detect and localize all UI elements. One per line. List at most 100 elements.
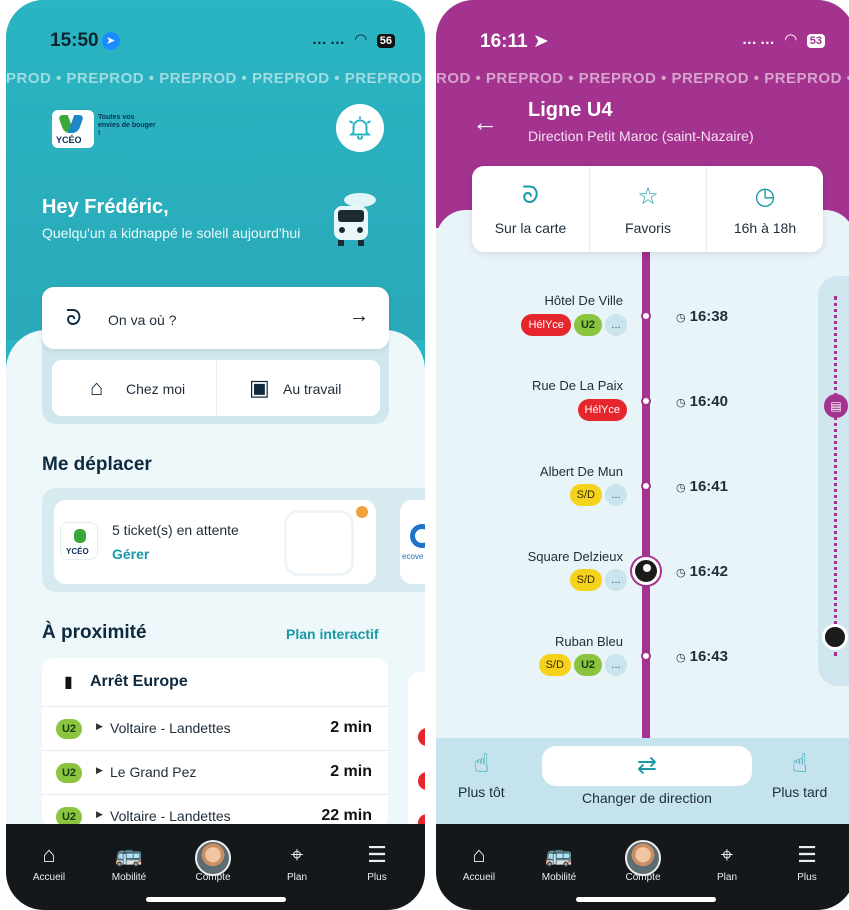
- stop-node: [641, 651, 651, 661]
- line-badge: HélYce: [577, 399, 627, 421]
- tab-home[interactable]: ⌂ Accueil: [14, 840, 84, 883]
- tab-label: Compte: [625, 872, 661, 883]
- action-label: Favoris: [625, 220, 671, 236]
- tab-mobility[interactable]: 🚌 Mobilité: [524, 840, 594, 883]
- departure-row[interactable]: U2 ▶ Voltaire - Landettes 22 min: [42, 794, 388, 828]
- tab-label: Plus: [797, 872, 817, 883]
- ticket-card[interactable]: YCÉO 5 ticket(s) en attente Gérer: [54, 500, 376, 584]
- greeting-title: Hey Frédéric,: [42, 196, 169, 218]
- departure-row[interactable]: U2 ▶ Voltaire - Landettes 2 min: [42, 706, 388, 750]
- tab-plan[interactable]: ⌖ Plan: [262, 840, 332, 883]
- tab-home[interactable]: ⌂ Accueil: [444, 840, 514, 883]
- line-badge: HélYce: [521, 314, 571, 336]
- line-badge-red: [418, 728, 425, 746]
- favorite-work[interactable]: ▣ Au travail: [216, 360, 380, 416]
- stop-flag-icon: ▮: [64, 674, 73, 691]
- avatar: [195, 840, 231, 876]
- action-label: Sur la carte: [494, 220, 567, 236]
- tab-label: Accueil: [32, 872, 66, 883]
- play-icon: ▶: [96, 765, 103, 775]
- stop-time: ◷ 16:41: [676, 478, 728, 495]
- play-icon: ▶: [96, 721, 103, 731]
- signal-icon: ……: [311, 31, 348, 48]
- departure-destination: Voltaire - Landettes: [110, 720, 231, 736]
- line-badge: S/D: [538, 654, 571, 676]
- status-bar: 16:11 ➤ …… ◠ 53: [436, 0, 849, 70]
- interactive-map-link[interactable]: Plan interactif: [286, 626, 379, 642]
- phone-home-screen: 15:50 ➤ …… ◠ 56 PROD • PREPROD • PREPROD …: [6, 0, 425, 910]
- clock-icon: ◷: [754, 183, 776, 210]
- arrow-right-icon: →: [349, 305, 369, 327]
- tab-mobility[interactable]: 🚌 Mobilité: [94, 840, 164, 883]
- section-title-nearby: À proximité: [42, 622, 147, 643]
- star-icon: ☆: [637, 183, 659, 210]
- bus-icon: ▤: [824, 394, 848, 418]
- user-location-icon: [632, 557, 660, 585]
- tab-more[interactable]: ☰ Plus: [342, 840, 412, 883]
- clock-icon: ◷: [676, 567, 686, 579]
- ecovelo-logo: [410, 524, 425, 548]
- line-direction: Direction Petit Maroc (saint-Nazaire): [528, 128, 754, 144]
- stop-badges: S/D...: [567, 569, 627, 591]
- line-track: [642, 252, 650, 742]
- departure-destination: Voltaire - Landettes: [110, 808, 231, 824]
- earlier-label: Plus tôt: [458, 784, 505, 800]
- map-icon: ⌖: [290, 842, 304, 867]
- status-icons: …… ◠ 53: [742, 30, 825, 48]
- more-lines-badge: ...: [605, 569, 627, 591]
- home-icon: ⌂: [42, 842, 56, 867]
- tab-account[interactable]: Compte: [178, 840, 248, 883]
- stop-name: Albert De Mun: [539, 464, 623, 479]
- stop-badges: HélYce U2...: [518, 314, 627, 336]
- tab-plan[interactable]: ⌖ Plan: [692, 840, 762, 883]
- home-screen: 15:50 ➤ …… ◠ 56 PROD • PREPROD • PREPROD …: [6, 0, 425, 910]
- favorite-home[interactable]: ⌂ Chez moi: [52, 360, 216, 416]
- mini-line-overview[interactable]: ▤: [818, 276, 849, 686]
- direction-controls: ☝ Plus tôt ⇄ Changer de direction ☝ Plus t…: [436, 738, 849, 826]
- stop-node: [641, 311, 651, 321]
- tab-account[interactable]: Compte: [608, 840, 678, 883]
- favorites-card: ⌂ Chez moi ▣ Au travail: [52, 360, 380, 416]
- nearby-stop-card-next[interactable]: [408, 672, 425, 832]
- search-destination[interactable]: ᘐ On va où ? →: [42, 287, 389, 349]
- swipe-left-icon: ☝: [473, 748, 490, 778]
- line-badge: S/D: [569, 484, 602, 506]
- tab-label: Mobilité: [541, 872, 577, 883]
- stop-name: Rue De La Paix: [531, 378, 623, 393]
- favorite-work-label: Au travail: [283, 381, 342, 397]
- line-screen: 16:11 ➤ …… ◠ 53 ROD • PREPROD • PREPROD …: [436, 0, 849, 910]
- map-icon: ⌖: [720, 842, 734, 867]
- swipe-right-icon: ☝: [791, 748, 808, 778]
- ticket-text: 5 ticket(s) en attente: [112, 522, 239, 538]
- notifications-button[interactable]: [336, 104, 384, 152]
- more-lines-badge: ...: [605, 314, 627, 336]
- ecovelo-card[interactable]: ecove: [400, 500, 425, 584]
- line-badge: U2: [56, 719, 82, 739]
- line-badge-red: [418, 772, 425, 790]
- stop-node: [641, 396, 651, 406]
- section-title-move: Me déplacer: [42, 454, 152, 475]
- earlier-button[interactable]: ☝ Plus tôt: [458, 748, 505, 800]
- favorite-button[interactable]: ☆ Favoris: [589, 166, 706, 252]
- tab-label: Plan: [286, 872, 307, 883]
- clock-icon: ◷: [676, 312, 686, 324]
- tab-more[interactable]: ☰ Plus: [772, 840, 842, 883]
- back-arrow-icon[interactable]: ←: [472, 107, 498, 138]
- show-on-map-button[interactable]: ᘐ Sur la carte: [472, 166, 589, 252]
- battery-icon: 56: [376, 34, 395, 48]
- departure-row[interactable]: U2 ▶ Le Grand Pez 2 min: [42, 750, 388, 794]
- time-range-button[interactable]: ◷ 16h à 18h: [706, 166, 823, 252]
- mini-track: [834, 296, 838, 656]
- phone-line-screen: 16:11 ➤ …… ◠ 53 ROD • PREPROD • PREPROD …: [436, 0, 849, 910]
- stop-badges: S/D...: [567, 484, 627, 506]
- manage-tickets-link[interactable]: Gérer: [112, 546, 149, 562]
- more-lines-badge: ...: [605, 654, 627, 676]
- status-bar: 15:50 ➤ …… ◠ 56: [6, 0, 425, 70]
- line-actions: ᘐ Sur la carte ☆ Favoris ◷ 16h à 18h: [472, 166, 823, 252]
- nearby-stop-card[interactable]: ▮ Arrêt Europe U2 ▶ Voltaire - Landettes…: [42, 658, 388, 828]
- clock-icon: ◷: [676, 482, 686, 494]
- greeting-subtitle: Quelqu'un a kidnappé le soleil aujourd'h…: [42, 225, 301, 241]
- switch-direction-button[interactable]: ⇄: [542, 746, 752, 786]
- menu-icon: ☰: [367, 842, 387, 867]
- later-button[interactable]: ☝ Plus tard: [772, 748, 827, 800]
